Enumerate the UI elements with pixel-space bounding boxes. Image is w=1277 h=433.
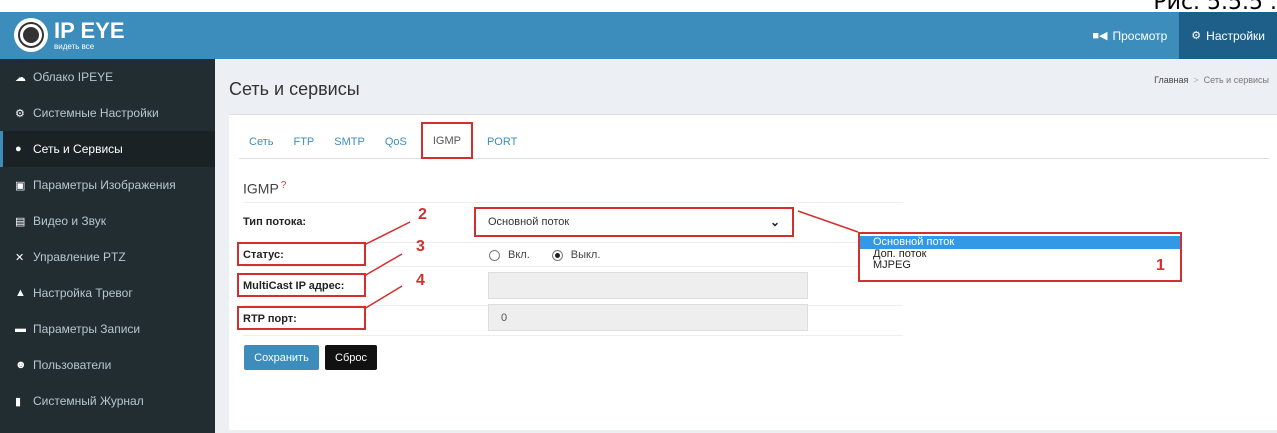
multicast-label: MultiCast IP адрес: [243, 280, 345, 292]
reset-button[interactable]: Сброс [325, 345, 377, 370]
callout-4: 4 [416, 272, 425, 289]
gears-icon: ⚙ [1191, 30, 1202, 42]
rtp-port-field[interactable]: 0 [488, 304, 808, 331]
rtp-port-label: RTP порт: [243, 313, 297, 325]
callout-3: 3 [416, 238, 425, 255]
sidebar-item-users[interactable]: ☻ Пользователи [0, 347, 215, 383]
gears-icon: ⚙ [15, 107, 25, 120]
arrows-icon: ✕ [15, 251, 25, 264]
sidebar-item-image[interactable]: ▣ Параметры Изображения [0, 167, 215, 203]
breadcrumb: Главная > Сеть и сервисы [1154, 75, 1269, 85]
top-navbar: IP EYE видеть все ■◀ Просмотр ⚙ Настройк… [0, 12, 1277, 59]
image-icon: ▣ [15, 179, 26, 192]
warning-icon: ▲ [15, 287, 26, 299]
file-icon: ▮ [15, 395, 22, 408]
save-button[interactable]: Сохранить [244, 345, 319, 370]
drive-icon: ▬ [15, 323, 26, 335]
video-camera-icon: ■◀ [1092, 30, 1108, 42]
settings-button[interactable]: ⚙ Настройки [1179, 12, 1277, 59]
status-on-radio[interactable] [489, 249, 500, 261]
tab-qos[interactable]: QoS [375, 125, 417, 158]
tab-smtp[interactable]: SMTP [324, 125, 375, 158]
status-radio-group: Вкл. Выкл. [489, 249, 600, 261]
screen: Рис. 5.5.5 . IP EYE видеть все ■◀ Просмо… [0, 0, 1277, 433]
page-title: Сеть и сервисы [229, 79, 360, 99]
logo-text: IP EYE [54, 17, 125, 43]
status-off-radio[interactable] [551, 249, 563, 261]
sidebar-item-recording[interactable]: ▬ Параметры Записи [0, 311, 215, 347]
sidebar-item-ptz[interactable]: ✕ Управление PTZ [0, 239, 215, 275]
sidebar-item-alarms[interactable]: ▲ Настройка Тревог [0, 275, 215, 311]
users-icon: ☻ [15, 359, 27, 371]
logo-tagline: видеть все [54, 41, 95, 51]
tab-bar: Сеть FTP SMTP QoS IGMP PORT [239, 122, 1269, 159]
tab-network[interactable]: Сеть [239, 125, 283, 158]
logo[interactable]: IP EYE видеть все [14, 18, 125, 52]
breadcrumb-home[interactable]: Главная [1154, 75, 1188, 85]
callout-2: 2 [418, 206, 427, 223]
tab-port[interactable]: PORT [477, 125, 527, 158]
cloud-icon: ☁ [15, 71, 26, 84]
option-mjpeg[interactable]: MJPEG [860, 260, 1180, 271]
divider [243, 266, 903, 267]
globe-icon: ● [15, 143, 22, 155]
sidebar-item-network[interactable]: ● Сеть и Сервисы [0, 131, 215, 167]
help-icon[interactable]: ? [281, 180, 287, 191]
breadcrumb-current: Сеть и сервисы [1203, 75, 1269, 85]
sidebar-item-cloud[interactable]: ☁ Облако IPEYE [0, 59, 215, 95]
view-button[interactable]: ■◀ Просмотр [1080, 12, 1179, 59]
divider [243, 202, 903, 203]
multicast-ip-field[interactable] [488, 272, 808, 299]
file-video-icon: ▤ [15, 215, 26, 228]
tab-igmp[interactable]: IGMP [420, 122, 473, 159]
callout-1: 1 [1156, 257, 1165, 274]
stream-type-label: Тип потока: [243, 216, 307, 228]
sidebar-item-log[interactable]: ▮ Системный Журнал [0, 383, 215, 419]
stream-type-select[interactable]: Основной поток ⌄ [474, 207, 794, 237]
sidebar-item-video-audio[interactable]: ▤ Видео и Звук [0, 203, 215, 239]
sidebar: ☁ Облако IPEYE ⚙ Системные Настройки ● Сеть… [0, 59, 215, 433]
stream-type-options: Основной поток Доп. поток MJPEG [858, 232, 1182, 282]
divider [243, 335, 903, 336]
sidebar-item-system-settings[interactable]: ⚙ Системные Настройки [0, 95, 215, 131]
status-label: Статус: [243, 249, 284, 261]
section-title: IGMP? [243, 180, 287, 197]
eye-logo-icon [14, 18, 48, 52]
chevron-down-icon: ⌄ [769, 215, 780, 229]
tab-ftp[interactable]: FTP [283, 125, 324, 158]
